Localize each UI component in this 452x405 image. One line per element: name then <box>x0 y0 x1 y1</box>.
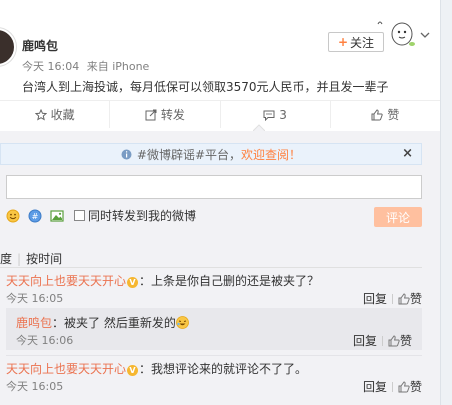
comment-panel: #微博辟谣#平台， 欢迎查阅！ × # 同时转发到我的微博 评论 度 | 按时间 <box>0 131 440 405</box>
reply-item: 鹿鸣包：被夹了 然后重新发的 今天 16:06 回复 赞 <box>6 308 422 350</box>
submit-comment-button[interactable]: 评论 <box>374 207 422 227</box>
thumbs-up-icon <box>398 380 410 392</box>
post-source: 来自 iPhone <box>86 60 150 73</box>
sort-separator: | <box>17 252 22 266</box>
comment-text: ：我想评论来的就评论不了了。 <box>139 362 308 376</box>
chevron-down-icon[interactable] <box>420 30 430 40</box>
sync-forward-checkbox[interactable] <box>74 210 85 221</box>
reply-button[interactable]: 回复 <box>353 332 377 349</box>
notice-text[interactable]: #微博辟谣#平台， <box>137 146 241 163</box>
follow-button[interactable]: + 关注 <box>328 32 384 52</box>
divider <box>6 355 422 356</box>
star-icon <box>34 108 47 121</box>
comment-tools: # 同时转发到我的微博 <box>6 207 196 224</box>
emoji-icon[interactable] <box>6 209 20 223</box>
forward-label: 转发 <box>160 108 185 122</box>
info-icon <box>121 149 132 159</box>
favorite-label: 收藏 <box>50 108 75 122</box>
like-button[interactable]: 赞 <box>331 101 440 128</box>
topic-icon[interactable]: # <box>28 209 42 223</box>
comment-ops: 回复 赞 <box>363 378 422 395</box>
avatar[interactable] <box>0 28 16 66</box>
post-meta: 今天 16:04 来自 iPhone <box>22 58 153 74</box>
weibo-post-card: 鹿鸣包 今天 16:04 来自 iPhone 台湾人到上海投诚，每月低保可以领取… <box>0 0 440 405</box>
thumbs-up-icon <box>388 334 400 346</box>
sync-forward-label[interactable]: 同时转发到我的微博 <box>88 207 196 224</box>
sort-by-hot[interactable]: 度 <box>0 252 12 266</box>
image-icon[interactable] <box>50 209 64 223</box>
comment-button[interactable]: 3 <box>221 101 331 128</box>
comment-icon <box>263 110 275 121</box>
laughing-emoji-icon <box>175 316 189 329</box>
comment-item: 天天向上也要天天开心 V ：我想评论来的就评论不了了。 今天 16:05 回复 赞 <box>6 360 422 396</box>
scrollbar[interactable] <box>440 0 452 405</box>
reply-ops: 回复 赞 <box>353 332 412 349</box>
comment-user[interactable]: 天天向上也要天天开心 <box>6 274 126 288</box>
reply-like-button[interactable]: 赞 <box>388 332 412 349</box>
thumbs-up-icon <box>371 108 384 120</box>
divider <box>391 293 393 304</box>
comment-text: ：上条是你自己删的还是被夹了？ <box>139 274 320 288</box>
comment-time: 今天 16:05 <box>6 292 64 305</box>
forward-button[interactable]: 转发 <box>110 101 221 128</box>
reply-time: 今天 16:06 <box>16 334 74 347</box>
reply-text: ：被夹了 然后重新发的 <box>52 316 176 330</box>
comment-like-button[interactable]: 赞 <box>398 378 422 395</box>
comment-ops: 回复 赞 <box>363 290 422 307</box>
thumbs-up-icon <box>398 292 410 304</box>
verified-badge-icon: V <box>127 277 139 288</box>
divider <box>0 267 422 268</box>
active-tab-arrow <box>253 124 265 131</box>
comment-count: 3 <box>279 107 287 122</box>
post-text: 台湾人到上海投诚，每月低保可以领取3570元人民币，并且发一辈子 <box>22 80 389 94</box>
post-action-bar: 收藏 转发 3 赞 <box>0 100 440 128</box>
comment-like-label: 赞 <box>409 380 422 394</box>
divider <box>391 381 393 392</box>
verified-badge-icon: V <box>127 365 139 376</box>
comment-time: 今天 16:05 <box>6 380 64 393</box>
forward-icon <box>145 109 157 120</box>
sort-by-time[interactable]: 按时间 <box>26 252 62 266</box>
comment-sort: 度 | 按时间 <box>0 250 62 267</box>
notice-link[interactable]: 欢迎查阅！ <box>241 146 301 163</box>
favorite-button[interactable]: 收藏 <box>0 101 111 128</box>
comment-input[interactable] <box>6 175 422 199</box>
reply-button[interactable]: 回复 <box>363 290 387 307</box>
comment-like-button[interactable]: 赞 <box>398 290 422 307</box>
post-time[interactable]: 今天 16:04 <box>22 60 79 73</box>
comment-item: 天天向上也要天天开心 V ：上条是你自己删的还是被夹了？ 今天 16:05 回复 赞 <box>6 272 422 308</box>
post-author[interactable]: 鹿鸣包 <box>22 37 58 54</box>
comment-like-label: 赞 <box>409 292 422 306</box>
divider <box>381 335 383 346</box>
like-label: 赞 <box>387 108 400 122</box>
close-icon[interactable]: × <box>402 146 413 161</box>
reply-user[interactable]: 鹿鸣包 <box>16 316 52 330</box>
reply-like-label: 赞 <box>399 334 412 348</box>
rumor-notice-banner: #微博辟谣#平台， 欢迎查阅！ × <box>0 143 422 165</box>
follow-area: + 关注 <box>328 18 418 52</box>
plus-icon: + <box>337 35 349 49</box>
svg-text:#: # <box>32 212 39 221</box>
reply-button[interactable]: 回复 <box>363 378 387 395</box>
follow-label: 关注 <box>350 35 375 50</box>
comment-user[interactable]: 天天向上也要天天开心 <box>6 362 126 376</box>
